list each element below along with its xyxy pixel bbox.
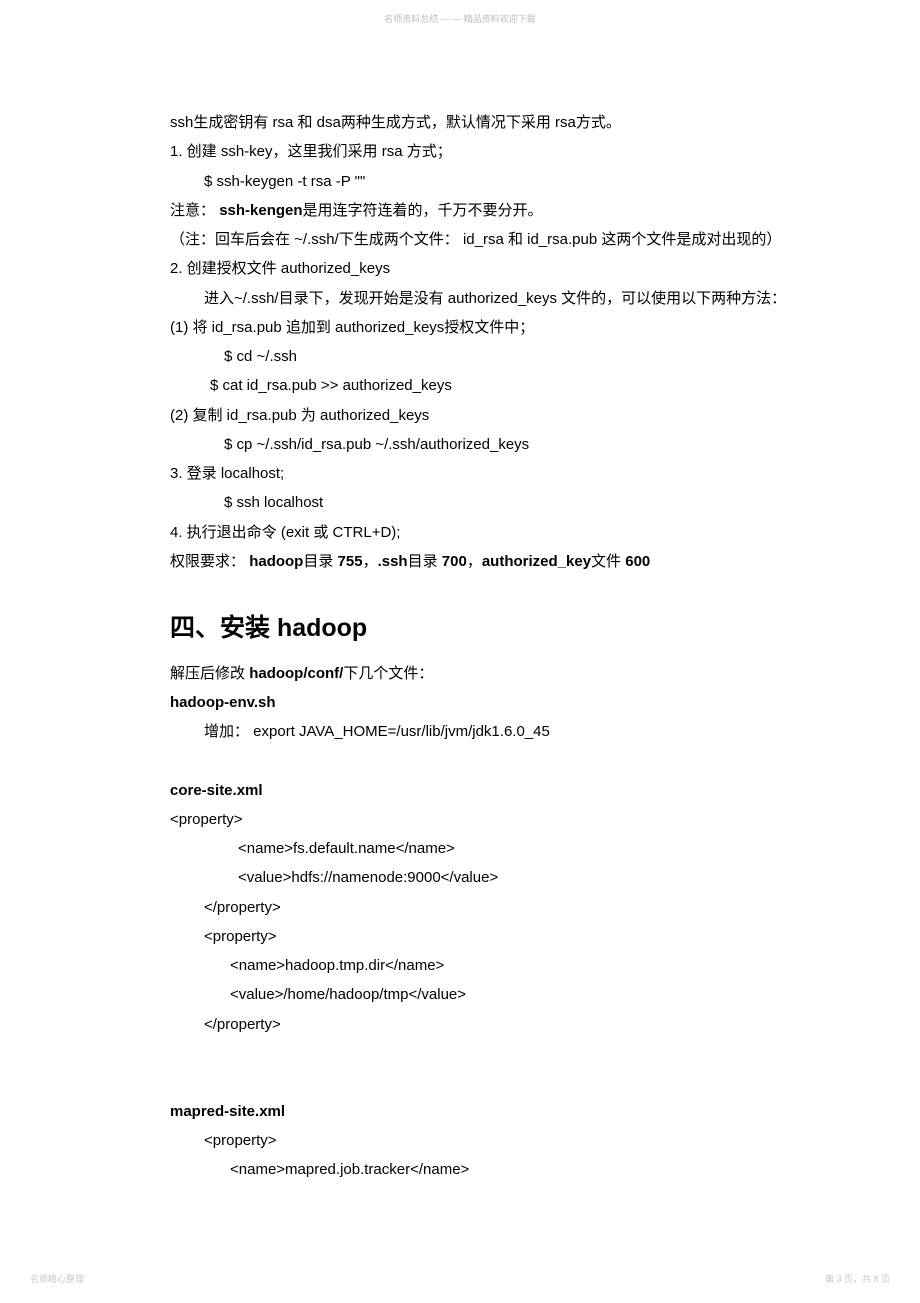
- text-line: (2) 复制 id_rsa.pub 为 authorized_keys: [170, 401, 820, 430]
- text-line: $ cd ~/.ssh: [170, 342, 820, 371]
- text-line: 4. 执行退出命令 (exit 或 CTRL+D);: [170, 518, 820, 547]
- text-span: 解压后修改: [170, 665, 245, 682]
- document-body: ssh生成密钥有 rsa 和 dsa两种生成方式，默认情况下采用 rsa方式。 …: [170, 108, 820, 1185]
- text-line: 3. 登录 localhost;: [170, 459, 820, 488]
- text-line: <name>fs.default.name</name>: [170, 834, 820, 863]
- text-line: <value>/home/hadoop/tmp</value>: [170, 980, 820, 1009]
- text-line: <name>hadoop.tmp.dir</name>: [170, 951, 820, 980]
- text-span-bold: 700: [442, 553, 467, 570]
- text-line: $ cat id_rsa.pub >> authorized_keys: [170, 371, 820, 400]
- text-line: <property>: [170, 922, 820, 951]
- text-line-bold: core-site.xml: [170, 776, 820, 805]
- text-span-bold: authorized_key: [482, 553, 591, 570]
- text-span-bold: hadoop/conf/: [249, 665, 343, 682]
- footer-page-number: 第 3 页，共 8 页: [825, 1272, 890, 1285]
- text-line-bold: hadoop-env.sh: [170, 688, 820, 717]
- text-span: 目录: [408, 553, 438, 570]
- text-line: <value>hdfs://namenode:9000</value>: [170, 863, 820, 892]
- text-line: $ ssh-keygen -t rsa -P "": [170, 167, 820, 196]
- text-span-bold: hadoop: [249, 553, 303, 570]
- text-span-bold: 755: [338, 553, 363, 570]
- text-line: 注意： ssh-kengen是用连字符连着的，千万不要分开。: [170, 196, 820, 225]
- text-span-bold: 600: [625, 553, 650, 570]
- text-span: 权限要求：: [170, 553, 245, 570]
- text-line: 权限要求： hadoop目录 755，.ssh目录 700，authorized…: [170, 547, 820, 576]
- text-line: <property>: [170, 805, 820, 834]
- text-span: 文件: [591, 553, 621, 570]
- text-line: 解压后修改 hadoop/conf/下几个文件：: [170, 659, 820, 688]
- text-span: 是用连字符连着的，千万不要分开。: [303, 202, 543, 219]
- text-line: 进入~/.ssh/目录下，发现开始是没有 authorized_keys 文件的…: [170, 284, 820, 313]
- text-line: </property>: [170, 1010, 820, 1039]
- text-line: 增加： export JAVA_HOME=/usr/lib/jvm/jdk1.6…: [170, 717, 820, 746]
- footer-left-watermark: 名师精心整理: [30, 1272, 84, 1285]
- text-line: $ ssh localhost: [170, 488, 820, 517]
- text-line: （注：回车后会在 ~/.ssh/下生成两个文件： id_rsa 和 id_rsa…: [170, 225, 820, 254]
- text-line: $ cp ~/.ssh/id_rsa.pub ~/.ssh/authorized…: [170, 430, 820, 459]
- text-line: <name>mapred.job.tracker</name>: [170, 1155, 820, 1184]
- text-span: ，: [363, 553, 378, 570]
- spacer: [170, 1039, 820, 1068]
- text-span: 下几个文件：: [343, 665, 433, 682]
- text-line: <property>: [170, 1126, 820, 1155]
- text-line: (1) 将 id_rsa.pub 追加到 authorized_keys授权文件…: [170, 313, 820, 342]
- spacer: [170, 1068, 820, 1097]
- header-watermark: 名师资料总结 — — 精品资料欢迎下载: [384, 12, 536, 25]
- text-span: 目录: [303, 553, 333, 570]
- section-heading: 四、安装 hadoop: [170, 604, 820, 653]
- text-line: 1. 创建 ssh-key，这里我们采用 rsa 方式；: [170, 137, 820, 166]
- spacer: [170, 747, 820, 776]
- text-span-bold: .ssh: [378, 553, 408, 570]
- text-span: 注意：: [170, 202, 215, 219]
- text-line: ssh生成密钥有 rsa 和 dsa两种生成方式，默认情况下采用 rsa方式。: [170, 108, 820, 137]
- text-span: ，: [467, 553, 482, 570]
- text-span-bold: ssh-kengen: [219, 202, 302, 219]
- text-line-bold: mapred-site.xml: [170, 1097, 820, 1126]
- text-line: </property>: [170, 893, 820, 922]
- text-line: 2. 创建授权文件 authorized_keys: [170, 254, 820, 283]
